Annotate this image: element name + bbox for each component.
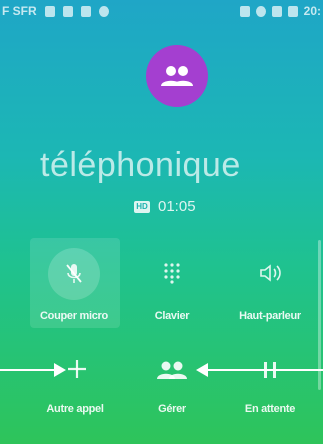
keypad-label: Clavier <box>154 310 190 322</box>
mute-label: Couper micro <box>40 310 108 322</box>
download-icon <box>80 5 91 17</box>
signal-icon <box>271 5 282 17</box>
speaker-icon <box>260 264 281 282</box>
mute-button[interactable] <box>48 248 100 300</box>
speaker-button[interactable] <box>256 259 286 287</box>
hold-label: En attente <box>244 403 296 415</box>
caller-name: téléphonique <box>40 146 241 184</box>
add-call-button[interactable] <box>63 355 91 383</box>
bluetooth-icon <box>239 5 250 17</box>
speaker-cell: Haut-parleur <box>220 310 320 322</box>
call-duration: 01:05 <box>158 198 196 215</box>
battery-icon <box>287 5 298 17</box>
manage-label: Gérer <box>158 403 186 415</box>
add-call-label: Autre appel <box>46 403 104 415</box>
right-arrow-head <box>196 363 208 377</box>
dialpad-icon <box>164 263 180 284</box>
mic-off-icon <box>66 264 82 283</box>
status-left: F SFR <box>2 4 109 18</box>
group-icon <box>161 66 193 86</box>
group-icon <box>157 361 187 379</box>
mute-cell: Couper micro <box>24 310 124 322</box>
caller-avatar <box>146 45 208 107</box>
keypad-button[interactable] <box>158 259 186 287</box>
left-arrow-line <box>0 369 56 371</box>
keypad-cell: Clavier <box>122 310 222 322</box>
hold-cell: En attente <box>220 403 320 415</box>
status-right: 20: <box>239 4 321 18</box>
manage-button[interactable] <box>154 358 190 382</box>
sim-icon <box>44 5 55 17</box>
carrier-label: F SFR <box>2 4 37 18</box>
right-arrow-line <box>206 369 323 371</box>
hd-voice-badge: HD <box>134 200 150 213</box>
clock: 20: <box>303 4 321 18</box>
left-arrow-head <box>54 363 66 377</box>
speaker-label: Haut-parleur <box>239 310 301 322</box>
wifi-icon <box>98 5 109 17</box>
do-not-disturb-icon <box>255 5 266 17</box>
status-bar: F SFR 20: <box>0 0 323 24</box>
manage-cell: Gérer <box>122 403 222 415</box>
add-call-cell: Autre appel <box>25 403 125 415</box>
plus-icon <box>68 360 86 378</box>
phone-icon <box>62 5 73 17</box>
call-timer-row: HD 01:05 <box>134 198 196 215</box>
